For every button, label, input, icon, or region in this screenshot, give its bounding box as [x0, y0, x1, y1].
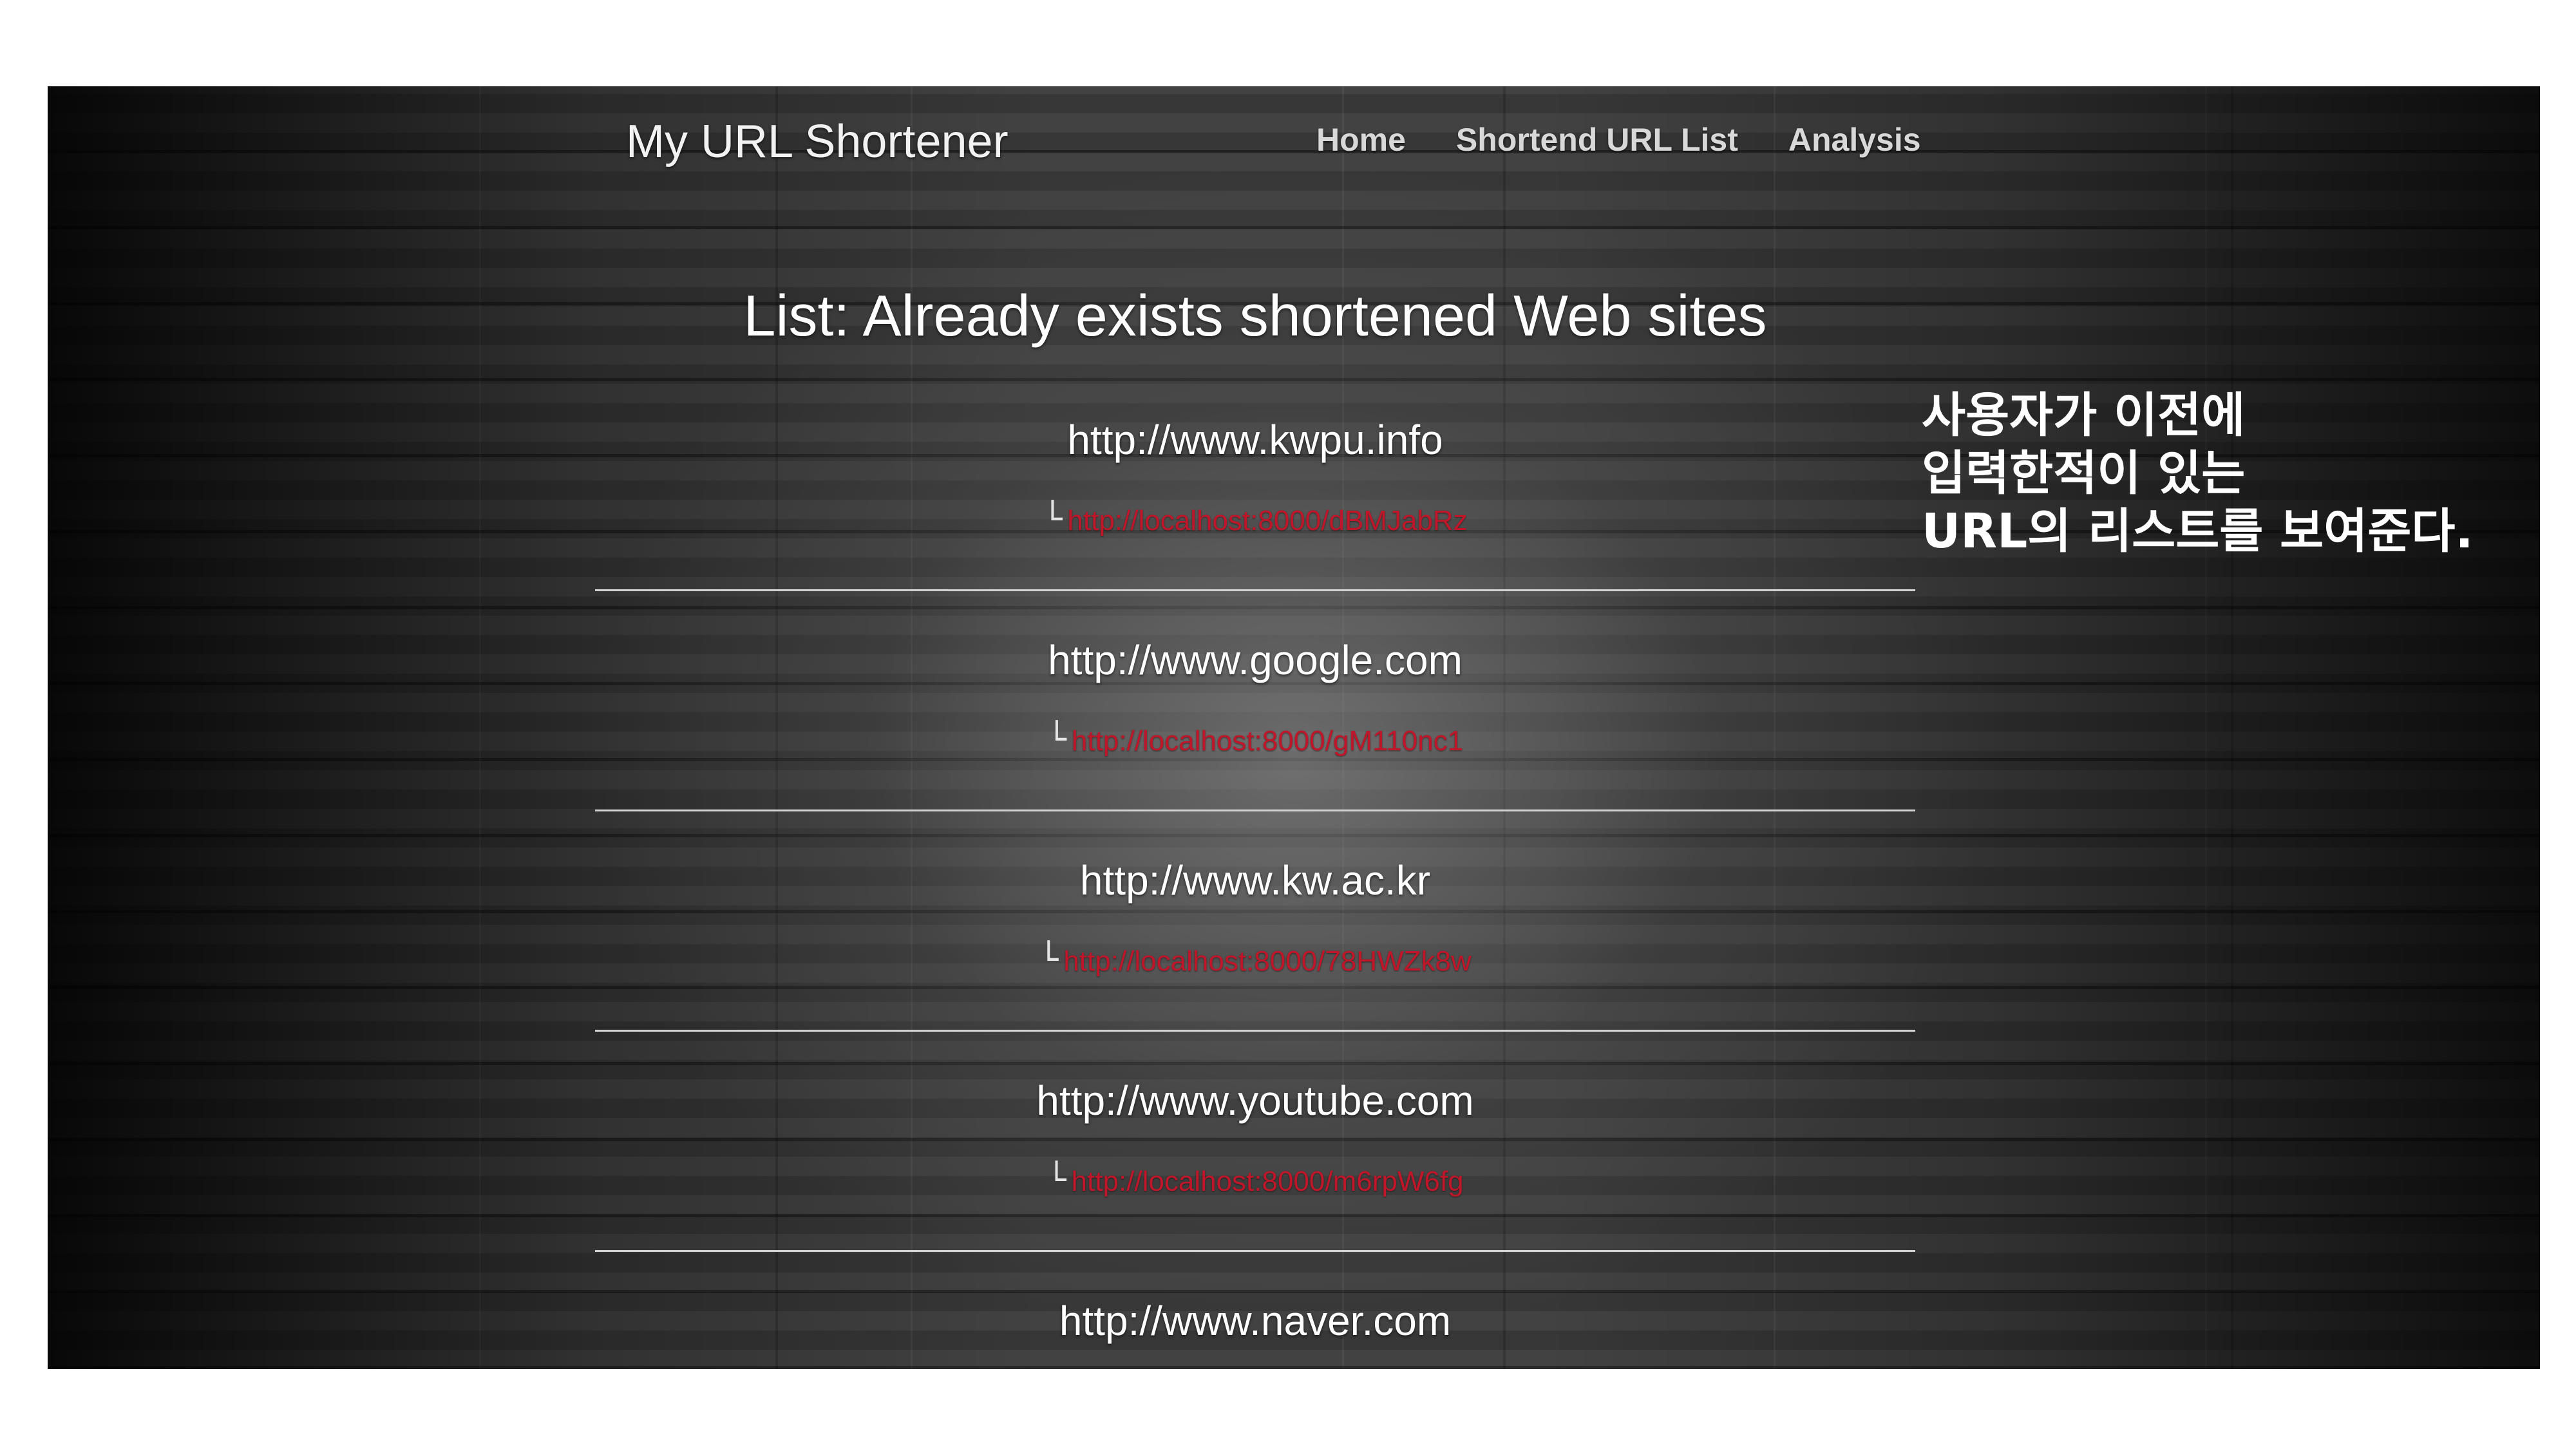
short-url-link[interactable]: http://localhost:8000/gM110nc1 [1072, 725, 1463, 757]
divider [595, 810, 1915, 811]
list-item: http://www.naver.com [595, 1300, 1915, 1369]
list-item: http://www.google.com └ http://localhost:… [595, 639, 1915, 858]
list-item: http://www.kwpu.info └ http://localhost:8… [595, 419, 1915, 638]
original-url: http://www.kw.ac.kr [1079, 857, 1431, 904]
browser-screenshot: My URL Shortener Home Shortend URL List … [48, 86, 2540, 1369]
annotation-line: 사용자가 이전에 [1922, 388, 2246, 443]
short-url-row: └ http://localhost:8000/m6rpW6fg [595, 1164, 1915, 1196]
nav-analysis[interactable]: Analysis [1788, 124, 1921, 156]
short-url-row: └ http://localhost:8000/78HWZk8w [595, 943, 1915, 976]
short-url-link[interactable]: http://localhost:8000/m6rpW6fg [1072, 1166, 1464, 1197]
page-title: List: Already exists shortened Web sites [743, 284, 1767, 348]
list-item: http://www.youtube.com └ http://localhost… [595, 1080, 1915, 1299]
nav-shortened-url-list[interactable]: Shortend URL List [1456, 124, 1738, 156]
site-brand[interactable]: My URL Shortener [626, 118, 1009, 165]
annotation-callout: 사용자가 이전에 입력한적이 있는 URL의 리스트를 보여준다. [1922, 386, 2474, 560]
divider [595, 1030, 1915, 1032]
top-nav: Home Shortend URL List Analysis [1316, 124, 1921, 156]
original-url: http://www.naver.com [1059, 1298, 1452, 1344]
annotation-line: URL의 리스트를 보여준다. [1922, 504, 2474, 559]
original-url: http://www.kwpu.info [1067, 417, 1443, 463]
annotation-line: 입력한적이 있는 [1922, 446, 2246, 501]
short-url-row: └ http://localhost:8000/dBMJabRz [595, 503, 1915, 535]
original-url: http://www.youtube.com [1036, 1077, 1474, 1124]
corner-arrow-icon: └ [1043, 500, 1063, 538]
corner-arrow-icon: └ [1046, 721, 1066, 758]
short-url-row: └ http://localhost:8000/gM110nc1 [595, 723, 1915, 755]
list-item: http://www.kw.ac.kr └ http://localhost:80… [595, 860, 1915, 1079]
original-url: http://www.google.com [1048, 637, 1463, 683]
short-url-link[interactable]: http://localhost:8000/dBMJabRz [1067, 505, 1467, 536]
nav-home[interactable]: Home [1316, 124, 1406, 156]
corner-arrow-icon: └ [1039, 941, 1059, 978]
short-url-link[interactable]: http://localhost:8000/78HWZk8w [1063, 945, 1471, 977]
divider [595, 589, 1915, 591]
divider [595, 1250, 1915, 1252]
corner-arrow-icon: └ [1046, 1161, 1066, 1198]
